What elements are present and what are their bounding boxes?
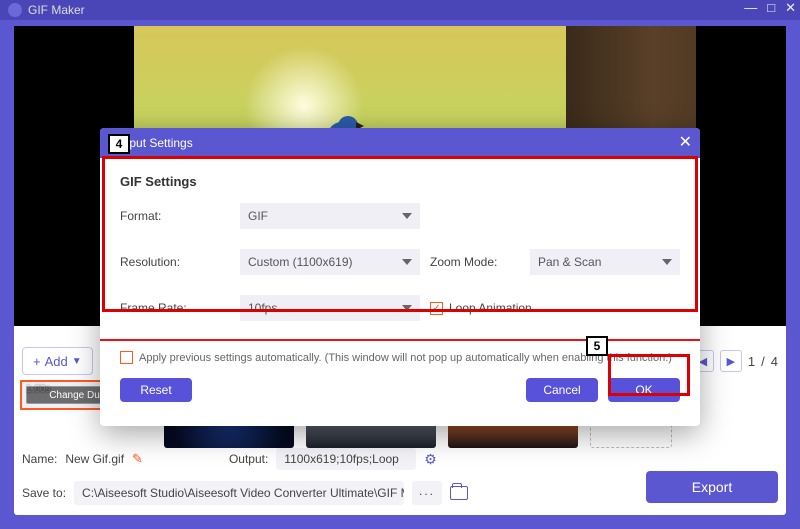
export-button[interactable]: Export <box>646 471 778 503</box>
pager-next[interactable]: ▶ <box>720 350 742 372</box>
saveto-label: Save to: <box>22 486 66 500</box>
frame-rate-select[interactable]: 10fps <box>240 295 420 321</box>
plus-icon: + <box>33 354 41 369</box>
edit-name-icon[interactable]: ✎ <box>132 451 143 467</box>
app-logo-icon <box>8 3 22 17</box>
annotation-5: 5 <box>586 336 608 356</box>
loop-animation-label: Loop Animation <box>449 301 532 315</box>
add-button[interactable]: + Add ▼ <box>22 347 93 375</box>
open-folder-icon[interactable] <box>450 486 468 500</box>
titlebar: GIF Maker — □ ✕ <box>0 0 800 20</box>
reset-button[interactable]: Reset <box>120 378 192 402</box>
frame-rate-label: Frame Rate: <box>120 301 230 315</box>
saveto-path: C:\Aiseesoft Studio\Aiseesoft Video Conv… <box>74 481 404 505</box>
cancel-button[interactable]: Cancel <box>526 378 598 402</box>
loop-animation-checkbox[interactable]: ✓ <box>430 302 443 315</box>
annotation-4: 4 <box>108 134 130 154</box>
maximize-icon[interactable]: □ <box>767 0 775 16</box>
chevron-down-icon <box>402 213 412 219</box>
resolution-value: Custom (1100x619) <box>248 255 353 269</box>
dialog-close-icon[interactable]: ✕ <box>679 132 692 152</box>
pager-current: 1 <box>748 354 755 369</box>
add-button-label: Add <box>45 354 68 369</box>
main-window: GIF Maker — □ ✕ + Add ▼ ◀ ▶ 1 / 4 <box>0 0 800 529</box>
pager-sep: / <box>761 354 765 369</box>
chevron-down-icon <box>662 259 672 265</box>
zoom-mode-value: Pan & Scan <box>538 255 601 269</box>
frame-rate-value: 10fps <box>248 301 277 315</box>
resolution-select[interactable]: Custom (1100x619) <box>240 249 420 275</box>
chevron-down-icon <box>402 259 412 265</box>
chevron-down-icon <box>402 305 412 311</box>
close-icon[interactable]: ✕ <box>785 0 796 16</box>
output-label: Output: <box>229 452 268 466</box>
gif-settings-heading: GIF Settings <box>120 174 680 189</box>
apply-previous-checkbox[interactable] <box>120 351 133 364</box>
output-settings-dialog: Output Settings ✕ GIF Settings Format: G… <box>100 128 700 426</box>
minimize-icon[interactable]: — <box>744 0 757 16</box>
format-label: Format: <box>120 209 230 223</box>
chevron-down-icon: ▼ <box>72 356 82 367</box>
dialog-header: Output Settings ✕ <box>100 128 700 158</box>
footer: Name: New Gif.gif ✎ Output: 1100x619;10f… <box>22 445 778 509</box>
output-value: 1100x619;10fps;Loop <box>276 448 416 470</box>
format-value: GIF <box>248 209 268 223</box>
ok-button[interactable]: OK <box>608 378 680 402</box>
zoom-mode-label: Zoom Mode: <box>430 255 520 269</box>
browse-button[interactable]: ... <box>412 481 442 505</box>
zoom-mode-select[interactable]: Pan & Scan <box>530 249 680 275</box>
format-select[interactable]: GIF <box>240 203 420 229</box>
name-label: Name: <box>22 452 57 466</box>
app-title: GIF Maker <box>28 3 85 17</box>
settings-gear-icon[interactable]: ⚙ <box>424 451 437 468</box>
resolution-label: Resolution: <box>120 255 230 269</box>
pager-total: 4 <box>771 354 778 369</box>
name-value: New Gif.gif <box>65 452 124 466</box>
